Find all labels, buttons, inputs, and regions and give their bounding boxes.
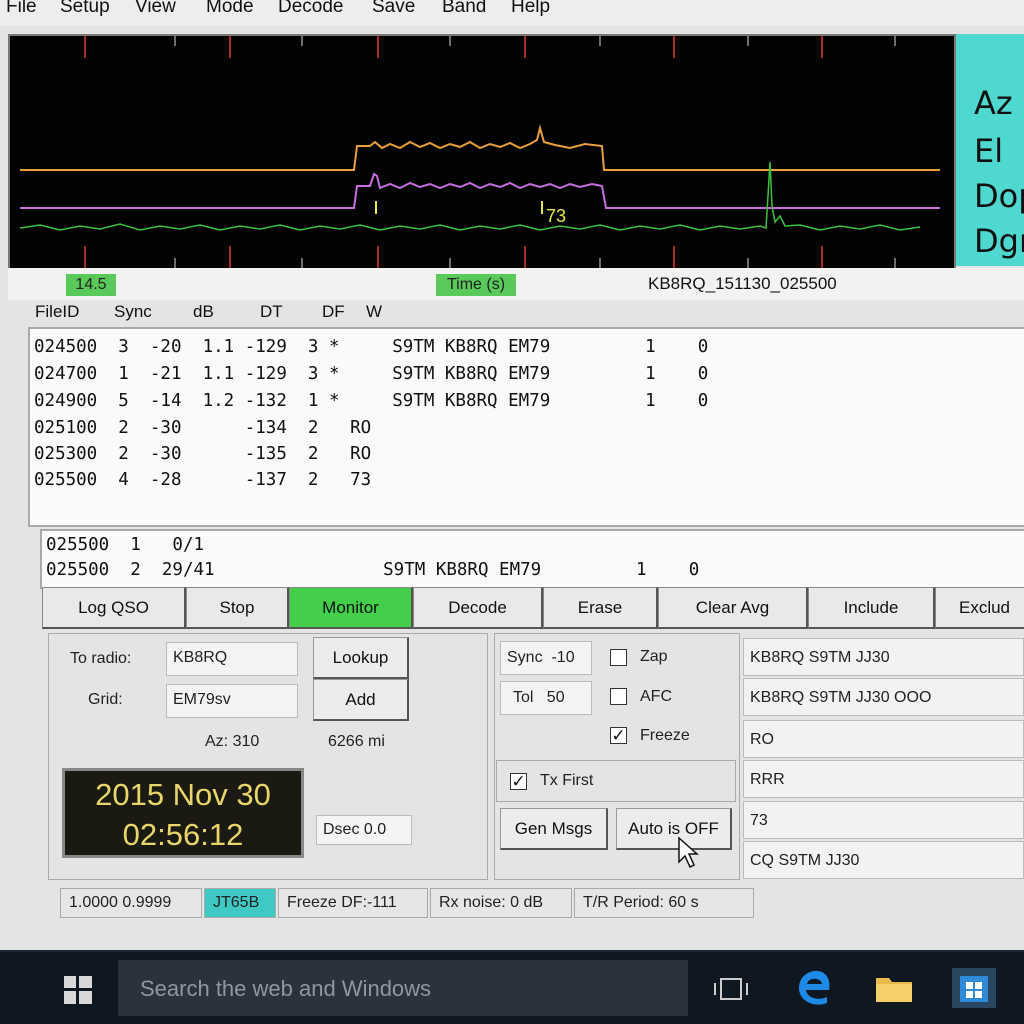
task-view-icon[interactable] — [712, 976, 750, 1002]
mouse-pointer-icon — [678, 836, 699, 869]
dsec-field[interactable]: Dsec 0.0 — [316, 815, 412, 845]
clock-date: 2015 Nov 30 — [95, 777, 271, 812]
tx-first-group — [496, 760, 736, 802]
table-row: 024700 1 -21 1.1 -129 3 * S9TM KB8RQ EM7… — [34, 364, 709, 384]
grid-field[interactable]: EM79sv — [166, 684, 298, 718]
tx-message-4[interactable]: RRR — [743, 760, 1024, 798]
table-row: 025100 2 -30 -134 2 RO — [34, 418, 372, 438]
gen-msgs-button[interactable]: Gen Msgs — [500, 808, 608, 850]
tx-message-3[interactable]: RO — [743, 720, 1024, 758]
status-rx-noise: Rx noise: 0 dB — [430, 888, 572, 918]
erase-button[interactable]: Erase — [543, 587, 658, 629]
afc-label: AFC — [640, 688, 672, 705]
tx-message-2[interactable]: KB8RQ S9TM JJ30 OOO — [743, 678, 1024, 716]
table-row: 025500 4 -28 -137 2 73 — [34, 470, 372, 490]
utc-clock: 2015 Nov 30 02:56:12 — [62, 768, 304, 858]
table-row: 025500 1 0/1 — [46, 535, 205, 555]
edge-browser-icon[interactable] — [796, 968, 834, 1006]
table-row: 025500 2 29/41 S9TM KB8RQ EM79 1 0 — [46, 560, 700, 580]
signal-traces: 73 — [19, 36, 940, 268]
time-axis-bar: 14.5 Time (s) KB8RQ_151130_025500 — [8, 268, 1024, 300]
tx-message-5[interactable]: 73 — [743, 801, 1024, 839]
orange-trace — [20, 124, 940, 171]
menu-help[interactable]: Help — [511, 0, 550, 18]
store-icon[interactable] — [952, 968, 996, 1008]
signal-plot: 73 — [8, 34, 956, 270]
average-pane[interactable]: 025500 1 0/1 025500 2 29/41 S9TM KB8RQ E… — [40, 529, 1024, 589]
lookup-button[interactable]: Lookup — [313, 637, 409, 679]
time-axis-label: Time (s) — [436, 274, 516, 296]
status-freeze-df: Freeze DF:-111 — [278, 888, 428, 918]
menu-file[interactable]: File — [6, 0, 37, 18]
zap-label: Zap — [640, 648, 668, 665]
freeze-label: Freeze — [640, 727, 690, 744]
to-radio-label: To radio: — [70, 650, 132, 667]
taskbar: Search the web and Windows — [0, 952, 1024, 1024]
col-dt: DT — [260, 302, 283, 321]
freeze-checkbox[interactable]: ✓ — [610, 727, 627, 744]
sync-value: -10 — [551, 649, 575, 666]
decode-button[interactable]: Decode — [413, 587, 543, 629]
menu-setup[interactable]: Setup — [60, 0, 110, 18]
decoded-text-pane[interactable]: 024500 3 -20 1.1 -129 3 * S9TM KB8RQ EM7… — [28, 327, 1024, 527]
menu-bar: File Setup View Mode Decode Save Band He… — [0, 0, 1024, 26]
col-sync: Sync — [114, 302, 152, 321]
to-radio-field[interactable]: KB8RQ — [166, 642, 298, 676]
tx-message-6[interactable]: CQ S9TM JJ30 — [743, 841, 1024, 879]
marker-73: 73 — [546, 206, 566, 226]
zap-checkbox[interactable] — [610, 649, 627, 666]
dgr-label: Dgr — [974, 222, 1024, 260]
menu-save[interactable]: Save — [372, 0, 415, 18]
col-df: DF — [322, 302, 345, 321]
log-qso-button[interactable]: Log QSO — [42, 587, 186, 629]
wsjt-window: File Setup View Mode Decode Save Band He… — [0, 0, 1024, 950]
menu-view[interactable]: View — [135, 0, 176, 18]
table-row: 024500 3 -20 1.1 -129 3 * S9TM KB8RQ EM7… — [34, 337, 709, 357]
grid-label: Grid: — [88, 691, 123, 708]
col-w: W — [366, 302, 383, 321]
el-label: El — [974, 132, 1004, 170]
taskbar-search-box[interactable]: Search the web and Windows — [118, 960, 688, 1016]
clear-avg-button[interactable]: Clear Avg — [658, 587, 808, 629]
sync-label: Sync — [507, 649, 543, 666]
auto-button[interactable]: Auto is OFF — [616, 808, 732, 850]
tol-label: Tol — [513, 689, 534, 706]
tx-first-label: Tx First — [540, 772, 594, 789]
status-bar: 1.0000 0.9999 JT65B Freeze DF:-111 Rx no… — [60, 888, 1024, 918]
violet-trace — [20, 172, 940, 209]
table-row: 024900 5 -14 1.2 -132 1 * S9TM KB8RQ EM7… — [34, 391, 709, 411]
tol-field[interactable]: Tol 50 — [500, 681, 592, 715]
status-ratio: 1.0000 0.9999 — [60, 888, 202, 918]
menu-band[interactable]: Band — [442, 0, 486, 18]
axis-start-value: 14.5 — [66, 274, 116, 296]
status-tr-period: T/R Period: 60 s — [574, 888, 754, 918]
tx-first-checkbox[interactable]: ✓ — [510, 773, 527, 790]
file-name: KB8RQ_151130_025500 — [648, 274, 837, 293]
afc-checkbox[interactable] — [610, 688, 627, 705]
table-row: 025300 2 -30 -135 2 RO — [34, 444, 372, 464]
tol-value: 50 — [546, 689, 565, 706]
file-explorer-icon[interactable] — [874, 972, 914, 1004]
include-button[interactable]: Include — [808, 587, 935, 629]
col-db: dB — [193, 302, 214, 321]
green-trace — [19, 161, 921, 231]
add-button[interactable]: Add — [313, 679, 409, 721]
col-fileid: FileID — [35, 302, 80, 321]
windows-start-icon[interactable] — [64, 976, 92, 1004]
az-label: Az — [974, 84, 1013, 122]
sync-field[interactable]: Sync -10 — [500, 641, 592, 675]
mode-badge: JT65B — [204, 888, 276, 918]
dop-label: Dop — [974, 177, 1024, 215]
monitor-button[interactable]: Monitor — [289, 587, 413, 629]
stop-button[interactable]: Stop — [186, 587, 289, 629]
tx-message-1[interactable]: KB8RQ S9TM JJ30 — [743, 638, 1024, 676]
doppler-panel: Az El Dop Dgr — [956, 34, 1024, 266]
menu-mode[interactable]: Mode — [206, 0, 254, 18]
menu-decode[interactable]: Decode — [278, 0, 344, 18]
clock-time: 02:56:12 — [122, 817, 244, 852]
azimuth-readout: Az: 310 — [205, 733, 260, 750]
exclude-button[interactable]: Exclud — [935, 587, 1024, 629]
distance-readout: 6266 mi — [328, 733, 385, 750]
